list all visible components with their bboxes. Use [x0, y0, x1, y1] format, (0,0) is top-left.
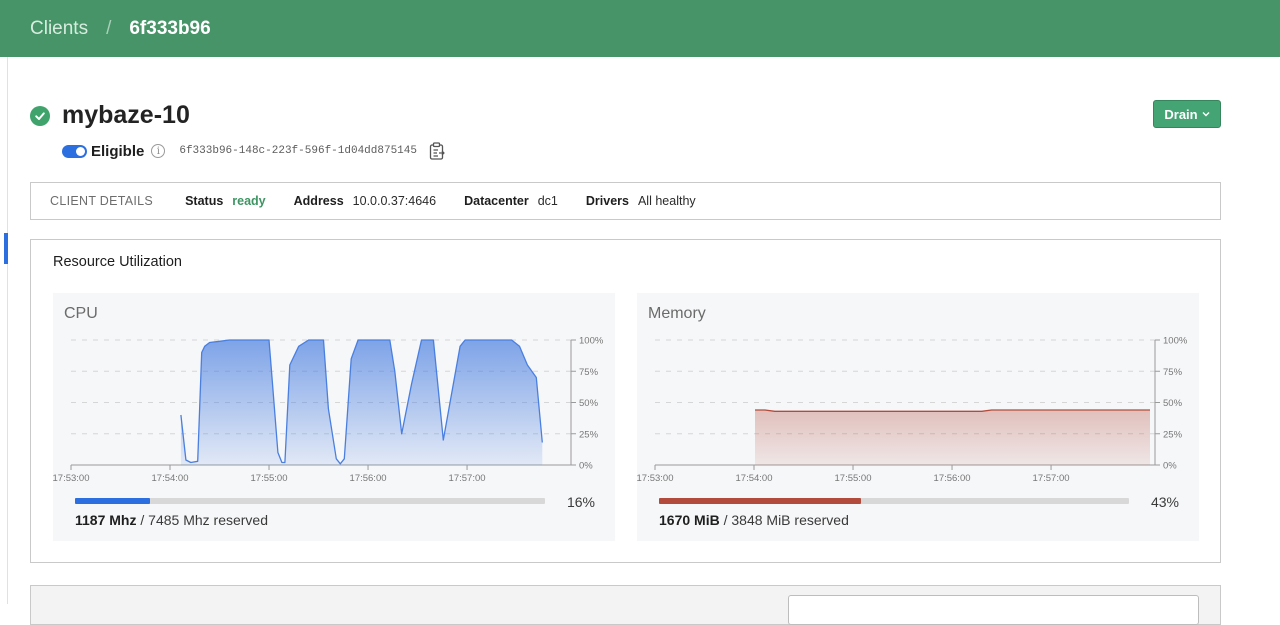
left-rail	[7, 57, 8, 604]
breadcrumb-current: 6f333b96	[129, 17, 211, 39]
cpu-usage-bar	[75, 498, 545, 504]
cpu-y-tick-label: 75%	[579, 367, 599, 378]
client-title-row: mybaze-10	[30, 101, 190, 130]
cpu-x-tick-label: 17:57:00	[449, 473, 486, 484]
status-badge: ready	[232, 194, 266, 208]
cpu-y-tick-label: 0%	[579, 461, 593, 472]
drain-button-label: Drain	[1164, 106, 1198, 122]
memory-x-tick-label: 17:55:00	[835, 473, 872, 484]
top-header: Clients / 6f333b96	[0, 0, 1280, 57]
info-icon[interactable]: i	[151, 144, 166, 158]
cpu-x-tick-label: 17:53:00	[53, 473, 89, 484]
cpu-x-tick-label: 17:55:00	[251, 473, 288, 484]
memory-x-tick-label: 17:57:00	[1033, 473, 1070, 484]
drivers-label: Drivers	[585, 194, 629, 208]
memory-usage-text: 1670 MiB / 3848 MiB reserved	[659, 512, 849, 528]
cpu-usage-bar-fill	[75, 498, 151, 504]
eligibility-toggle[interactable]	[62, 144, 87, 158]
memory-y-tick-label: 0%	[1163, 461, 1177, 472]
memory-x-tick-label: 17:53:00	[637, 473, 673, 484]
client-id: 6f333b96-148c-223f-596f-1d04dd875145	[179, 145, 417, 157]
cpu-y-tick-label: 25%	[579, 429, 599, 440]
chevron-down-icon	[1202, 112, 1210, 117]
allocations-panel	[30, 585, 1221, 625]
memory-reserved: / 3848 MiB reserved	[723, 512, 849, 528]
memory-x-tick-label: 17:56:00	[934, 473, 971, 484]
cpu-x-tick-label: 17:56:00	[350, 473, 387, 484]
datacenter-value: dc1	[537, 194, 558, 208]
rail-active-marker	[4, 233, 8, 264]
memory-y-tick-label: 75%	[1163, 367, 1183, 378]
cpu-usage-text: 1187 Mhz / 7485 Mhz reserved	[75, 512, 268, 528]
cpu-area	[180, 340, 543, 465]
memory-y-tick-label: 100%	[1163, 336, 1188, 347]
resource-utilization-panel: Resource Utilization 100% 75% 50% 25% 0% 17:5…	[30, 239, 1221, 563]
cpu-y-tick-label: 100%	[579, 336, 604, 347]
memory-chart-card: 100% 75% 50% 25% 0% 17:53:00 17:54:00 17:55:00 1…	[637, 293, 1199, 541]
status-label: Status	[185, 194, 224, 208]
cpu-usage-percent: 16%	[566, 494, 595, 510]
memory-usage-percent: 43%	[1150, 494, 1179, 510]
memory-area	[755, 410, 1150, 465]
cpu-chart: 100% 75% 50% 25% 0% 17:53:00 17:54:00 17:55:00 1…	[53, 336, 604, 485]
resource-utilization-title: Resource Utilization	[53, 254, 182, 270]
memory-y-tick-label: 25%	[1163, 429, 1183, 440]
memory-chart: 100% 75% 50% 25% 0% 17:53:00 17:54:00 17:55:00 1…	[637, 336, 1188, 485]
memory-usage-bar-fill	[659, 498, 862, 504]
cpu-reserved: / 7485 Mhz reserved	[140, 512, 268, 528]
allocations-search-input[interactable]	[788, 595, 1199, 625]
memory-y-tick-label: 50%	[1163, 398, 1183, 409]
page-title: mybaze-10	[62, 101, 190, 129]
cpu-x-tick-label: 17:54:00	[152, 473, 189, 484]
cpu-chart-title: CPU	[64, 305, 98, 322]
clipboard-copy-icon[interactable]	[429, 142, 445, 160]
eligibility-label: Eligible	[91, 142, 145, 160]
client-details-bar: CLIENT DETAILS Status ready Address 10.0…	[30, 182, 1221, 220]
memory-usage-bar	[659, 498, 1129, 504]
client-details-heading: CLIENT DETAILS	[50, 194, 154, 208]
address-label: Address	[293, 194, 344, 208]
breadcrumb-clients-link[interactable]: Clients	[30, 18, 88, 40]
drivers-value: All healthy	[637, 194, 696, 208]
cpu-chart-card: 100% 75% 50% 25% 0% 17:53:00 17:54:00 17:55:00 1…	[53, 293, 615, 541]
address-value: 10.0.0.37:4646	[352, 194, 437, 208]
memory-x-tick-label: 17:54:00	[736, 473, 773, 484]
drain-button[interactable]: Drain	[1153, 100, 1221, 128]
memory-allocated: 1670 MiB	[659, 512, 720, 528]
memory-chart-title: Memory	[648, 305, 706, 322]
datacenter-label: Datacenter	[464, 194, 529, 208]
breadcrumb-separator: /	[106, 17, 112, 39]
cpu-allocated: 1187 Mhz	[75, 512, 137, 528]
cpu-y-tick-label: 50%	[579, 398, 599, 409]
client-subheader: Eligible i 6f333b96-148c-223f-596f-1d04d…	[62, 140, 445, 162]
check-circle-icon	[30, 105, 50, 126]
